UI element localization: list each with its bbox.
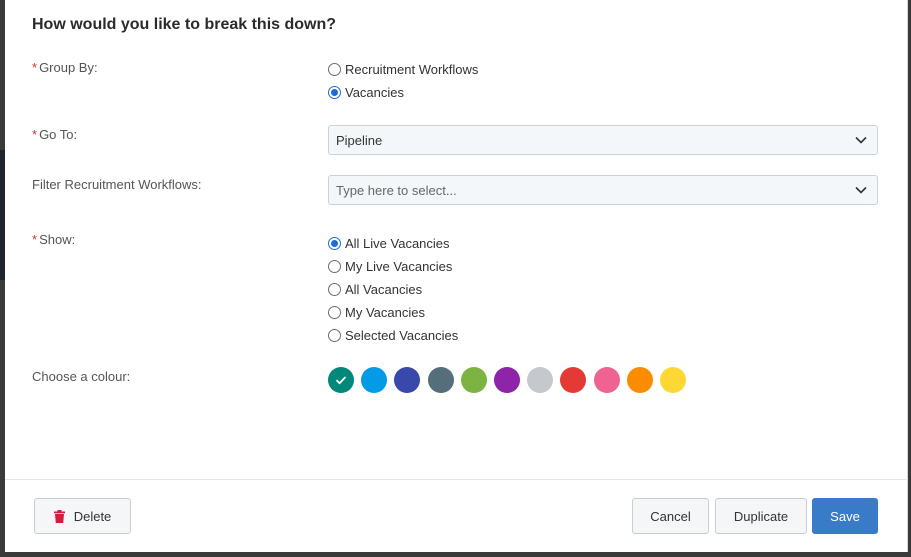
go-to-select[interactable]: Pipeline (328, 125, 878, 155)
colour-swatch[interactable] (527, 367, 554, 393)
radio-button[interactable] (328, 329, 341, 342)
radio-button[interactable] (328, 63, 341, 76)
colour-swatch[interactable] (593, 367, 620, 393)
colour-swatch[interactable] (560, 367, 587, 393)
show-option-my-vacancies[interactable]: My Vacancies (328, 301, 458, 324)
show-option-selected-vacancies[interactable]: Selected Vacancies (328, 324, 458, 347)
go-to-label: * Go To: (32, 127, 78, 142)
radio-button-selected[interactable] (328, 237, 341, 250)
radio-button[interactable] (328, 306, 341, 319)
required-marker: * (32, 232, 38, 247)
filter-workflows-input[interactable]: Type here to select... (328, 175, 878, 205)
colour-swatch[interactable] (328, 367, 354, 393)
radio-button[interactable] (328, 260, 341, 273)
footer-divider (5, 479, 908, 480)
radio-button[interactable] (328, 283, 341, 296)
colour-swatch[interactable] (427, 367, 454, 393)
cancel-button[interactable]: Cancel (632, 498, 709, 534)
delete-button[interactable]: Delete (34, 498, 131, 534)
group-by-label: * Group By: (32, 60, 98, 75)
trash-icon (53, 509, 65, 523)
show-option-all-live-vacancies[interactable]: All Live Vacancies (328, 232, 458, 255)
filter-workflows-label: Filter Recruitment Workflows: (32, 177, 202, 192)
group-by-option-vacancies[interactable]: Vacancies (328, 81, 478, 104)
show-option-my-live-vacancies[interactable]: My Live Vacancies (328, 255, 458, 278)
group-by-option-recruitment-workflows[interactable]: Recruitment Workflows (328, 58, 478, 81)
show-radio-group: All Live Vacancies My Live Vacancies All… (328, 232, 458, 347)
colour-swatch[interactable] (659, 367, 686, 393)
dialog-title: How would you like to break this down? (32, 16, 337, 33)
colour-swatch[interactable] (626, 367, 653, 393)
colour-swatch[interactable] (460, 367, 487, 393)
duplicate-button[interactable]: Duplicate (715, 498, 807, 534)
colour-label: Choose a colour: (32, 369, 131, 384)
colour-swatch-list (328, 367, 693, 393)
save-button[interactable]: Save (812, 498, 878, 534)
chevron-down-icon (855, 186, 867, 194)
breakdown-dialog: How would you like to break this down? *… (5, 0, 908, 552)
colour-swatch[interactable] (394, 367, 421, 393)
chevron-down-icon (855, 136, 867, 144)
required-marker: * (32, 60, 38, 75)
group-by-radio-group: Recruitment Workflows Vacancies (328, 58, 478, 104)
colour-swatch[interactable] (361, 367, 388, 393)
required-marker: * (32, 127, 38, 142)
show-label: * Show: (32, 232, 76, 247)
checkmark-icon (335, 376, 347, 385)
colour-swatch[interactable] (493, 367, 520, 393)
radio-button-selected[interactable] (328, 86, 341, 99)
show-option-all-vacancies[interactable]: All Vacancies (328, 278, 458, 301)
